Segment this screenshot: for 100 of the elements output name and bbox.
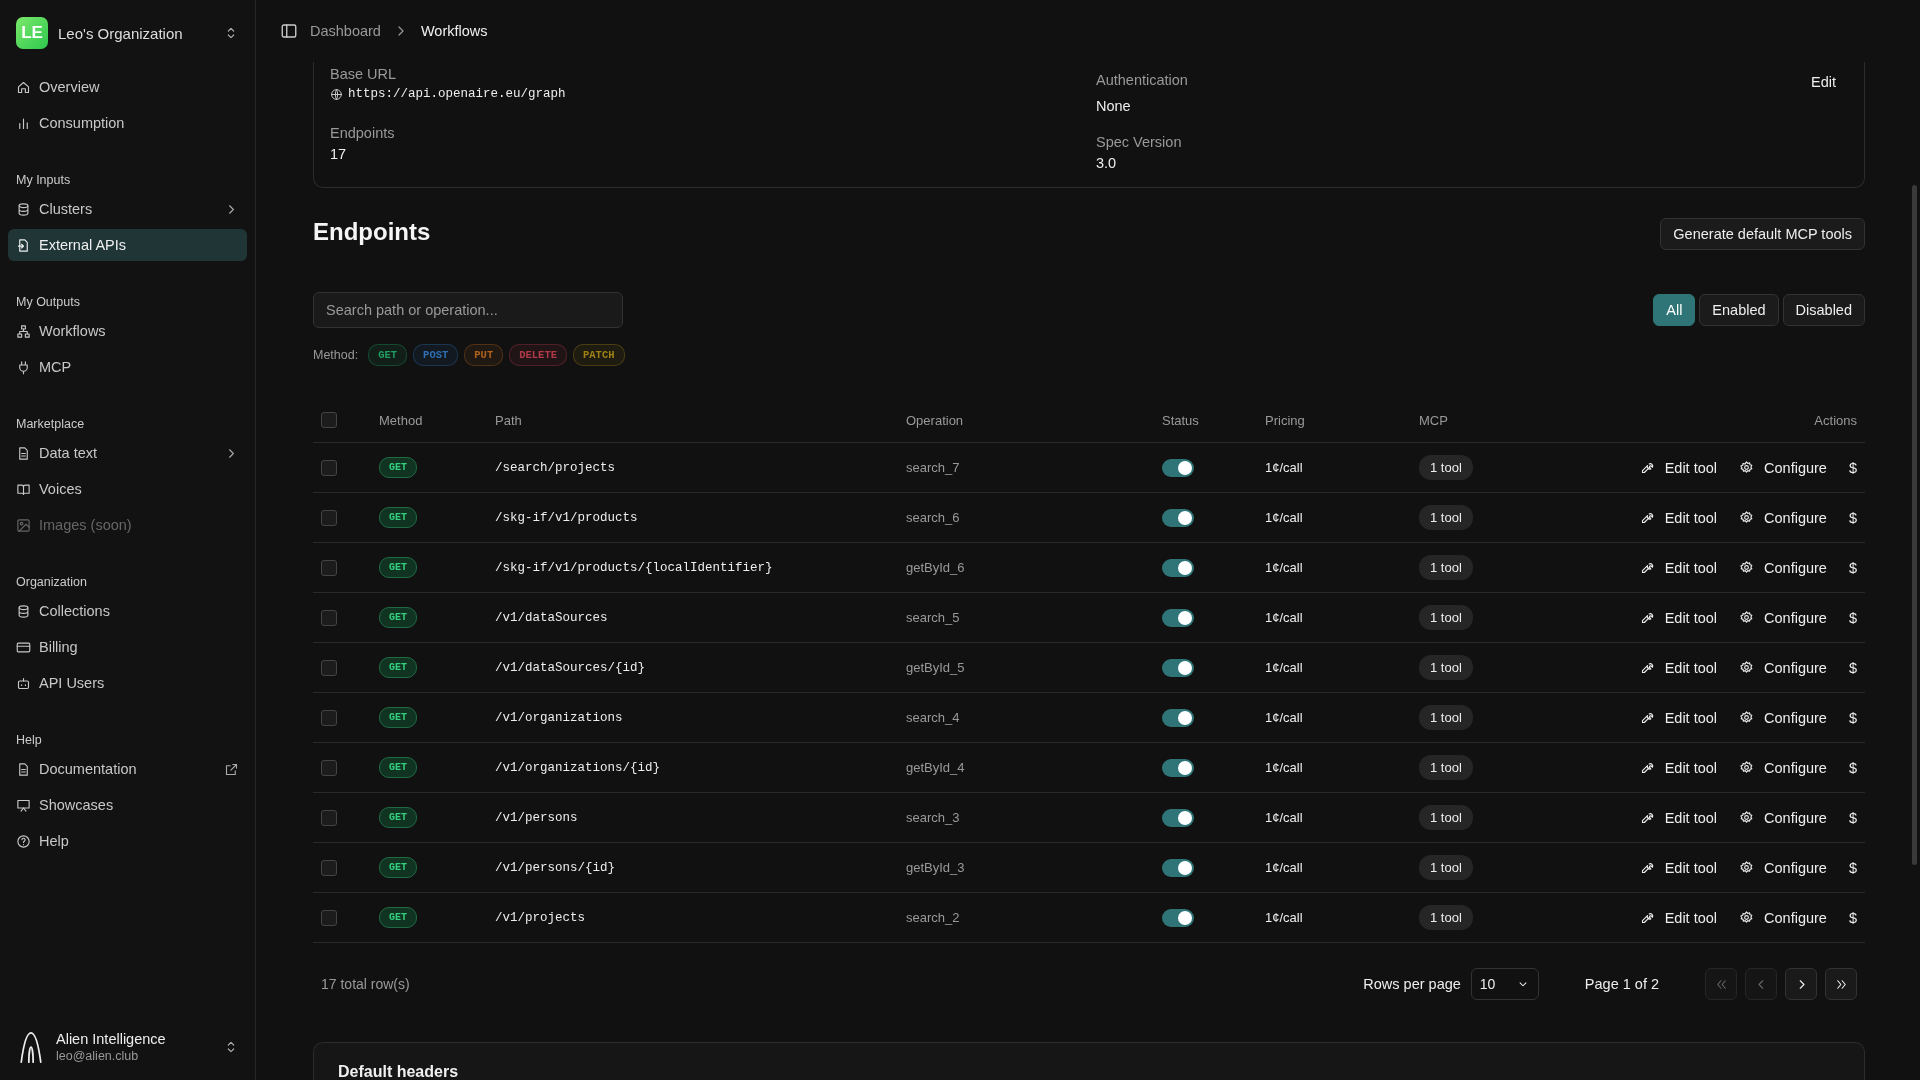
filter-tab[interactable]: All — [1653, 294, 1696, 326]
table-cell: 1¢/call — [1265, 510, 1303, 525]
configure-button[interactable]: Configure — [1739, 459, 1827, 476]
configure-button[interactable]: Configure — [1739, 659, 1827, 676]
user-menu[interactable]: Alien Intelligence leo@alien.club — [0, 1016, 255, 1080]
table-cell: getById_3 — [906, 860, 965, 875]
edit-tool-button[interactable]: Edit tool — [1639, 609, 1718, 626]
pricing-button[interactable]: $ — [1848, 809, 1857, 826]
column-header: Operation — [906, 412, 964, 428]
status-toggle[interactable] — [1162, 858, 1194, 877]
edit-tool-button[interactable]: Edit tool — [1639, 759, 1718, 776]
edit-tool-button[interactable]: Edit tool — [1639, 909, 1718, 926]
edit-tool-button[interactable]: Edit tool — [1639, 709, 1718, 726]
row-checkbox[interactable] — [321, 509, 337, 526]
row-checkbox[interactable] — [321, 859, 337, 876]
table-cell: getById_5 — [906, 660, 965, 675]
status-toggle[interactable] — [1162, 758, 1194, 777]
pricing-button[interactable]: $ — [1848, 609, 1857, 626]
row-checkbox[interactable] — [321, 809, 337, 826]
edit-tool-button[interactable]: Edit tool — [1639, 559, 1718, 576]
edit-tool-button[interactable]: Edit tool — [1639, 809, 1718, 826]
row-checkbox[interactable] — [321, 559, 337, 576]
status-toggle[interactable] — [1162, 608, 1194, 627]
pricing-button[interactable]: $ — [1848, 709, 1857, 726]
status-toggle[interactable] — [1162, 508, 1194, 527]
method-filter-chip[interactable]: PUT — [464, 344, 504, 366]
generate-tools-button[interactable]: Generate default MCP tools — [1660, 218, 1865, 250]
method-tag: GET — [379, 807, 417, 828]
sidebar-item[interactable]: Documentation — [8, 753, 247, 785]
sidebar-item[interactable]: Help — [8, 825, 247, 857]
sidebar-item[interactable]: Voices — [8, 473, 247, 505]
row-checkbox[interactable] — [321, 709, 337, 726]
pricing-button[interactable]: $ — [1848, 909, 1857, 926]
method-filter-chip[interactable]: PATCH — [573, 344, 625, 366]
sidebar-item[interactable]: Showcases — [8, 789, 247, 821]
method-tag: GET — [379, 907, 417, 928]
configure-button[interactable]: Configure — [1739, 609, 1827, 626]
configure-button[interactable]: Configure — [1739, 509, 1827, 526]
sidebar-item[interactable]: Workflows — [8, 315, 247, 347]
sidebar-item[interactable]: Data text — [8, 437, 247, 469]
wrench-icon — [1639, 560, 1655, 575]
table-cell: 1¢/call — [1265, 560, 1303, 575]
status-toggle[interactable] — [1162, 658, 1194, 677]
edit-tool-button[interactable]: Edit tool — [1639, 459, 1718, 476]
edit-button[interactable]: Edit — [1799, 68, 1848, 96]
configure-button[interactable]: Configure — [1739, 859, 1827, 876]
table-cell: /v1/persons/{id} — [495, 860, 616, 875]
sidebar-item[interactable]: MCP — [8, 351, 247, 383]
pricing-button[interactable]: $ — [1848, 509, 1857, 526]
sidebar-toggle-icon[interactable] — [280, 22, 298, 40]
configure-button[interactable]: Configure — [1739, 559, 1827, 576]
rows-per-page-select[interactable]: 10 — [1470, 968, 1539, 1000]
scrollbar[interactable] — [1912, 185, 1917, 865]
table-cell: 1¢/call — [1265, 760, 1303, 775]
sidebar-item[interactable]: Consumption — [8, 107, 247, 139]
configure-button[interactable]: Configure — [1739, 809, 1827, 826]
edit-tool-button[interactable]: Edit tool — [1639, 509, 1718, 526]
wrench-icon — [1639, 910, 1655, 925]
table-cell: /v1/organizations — [495, 710, 623, 725]
configure-button[interactable]: Configure — [1739, 759, 1827, 776]
organization-name: Leo's Organization — [58, 24, 184, 42]
pricing-button[interactable]: $ — [1848, 859, 1857, 876]
pricing-button[interactable]: $ — [1848, 759, 1857, 776]
sidebar-item[interactable]: Collections — [8, 595, 247, 627]
sidebar-item[interactable]: Billing — [8, 631, 247, 663]
status-toggle[interactable] — [1162, 558, 1194, 577]
status-toggle[interactable] — [1162, 458, 1194, 477]
row-checkbox[interactable] — [321, 459, 337, 476]
filter-tab[interactable]: Disabled — [1782, 294, 1865, 326]
sidebar-item[interactable]: External APIs — [8, 229, 247, 261]
search-field[interactable]: Search path or operation... — [313, 292, 623, 328]
sidebar-item[interactable]: Overview — [8, 71, 247, 103]
organization-switcher[interactable]: LE Leo's Organization — [0, 0, 255, 71]
row-checkbox[interactable] — [321, 759, 337, 776]
arch-logo-icon — [18, 1030, 44, 1064]
pricing-button[interactable]: $ — [1848, 659, 1857, 676]
edit-tool-button[interactable]: Edit tool — [1639, 859, 1718, 876]
configure-button[interactable]: Configure — [1739, 709, 1827, 726]
configure-button[interactable]: Configure — [1739, 909, 1827, 926]
pricing-button[interactable]: $ — [1848, 559, 1857, 576]
wrench-icon — [1639, 660, 1655, 675]
row-checkbox[interactable] — [321, 609, 337, 626]
edit-tool-button[interactable]: Edit tool — [1639, 659, 1718, 676]
last-page-button[interactable] — [1825, 968, 1857, 1000]
status-toggle[interactable] — [1162, 808, 1194, 827]
sidebar-item[interactable]: API Users — [8, 667, 247, 699]
method-tag: GET — [379, 657, 417, 678]
select-all-checkbox[interactable] — [321, 412, 337, 428]
method-tag: GET — [379, 757, 417, 778]
row-checkbox[interactable] — [321, 909, 337, 926]
status-toggle[interactable] — [1162, 708, 1194, 727]
next-page-button[interactable] — [1785, 968, 1817, 1000]
breadcrumb-link[interactable]: Dashboard — [310, 23, 381, 39]
method-filter-chip[interactable]: GET — [368, 344, 408, 366]
pricing-button[interactable]: $ — [1848, 459, 1857, 476]
sidebar-item[interactable]: Clusters — [8, 193, 247, 225]
tool-count-tag: 1 tool — [1419, 855, 1473, 880]
filter-tab[interactable]: Enabled — [1699, 294, 1779, 326]
status-toggle[interactable] — [1162, 908, 1194, 927]
row-checkbox[interactable] — [321, 659, 337, 676]
